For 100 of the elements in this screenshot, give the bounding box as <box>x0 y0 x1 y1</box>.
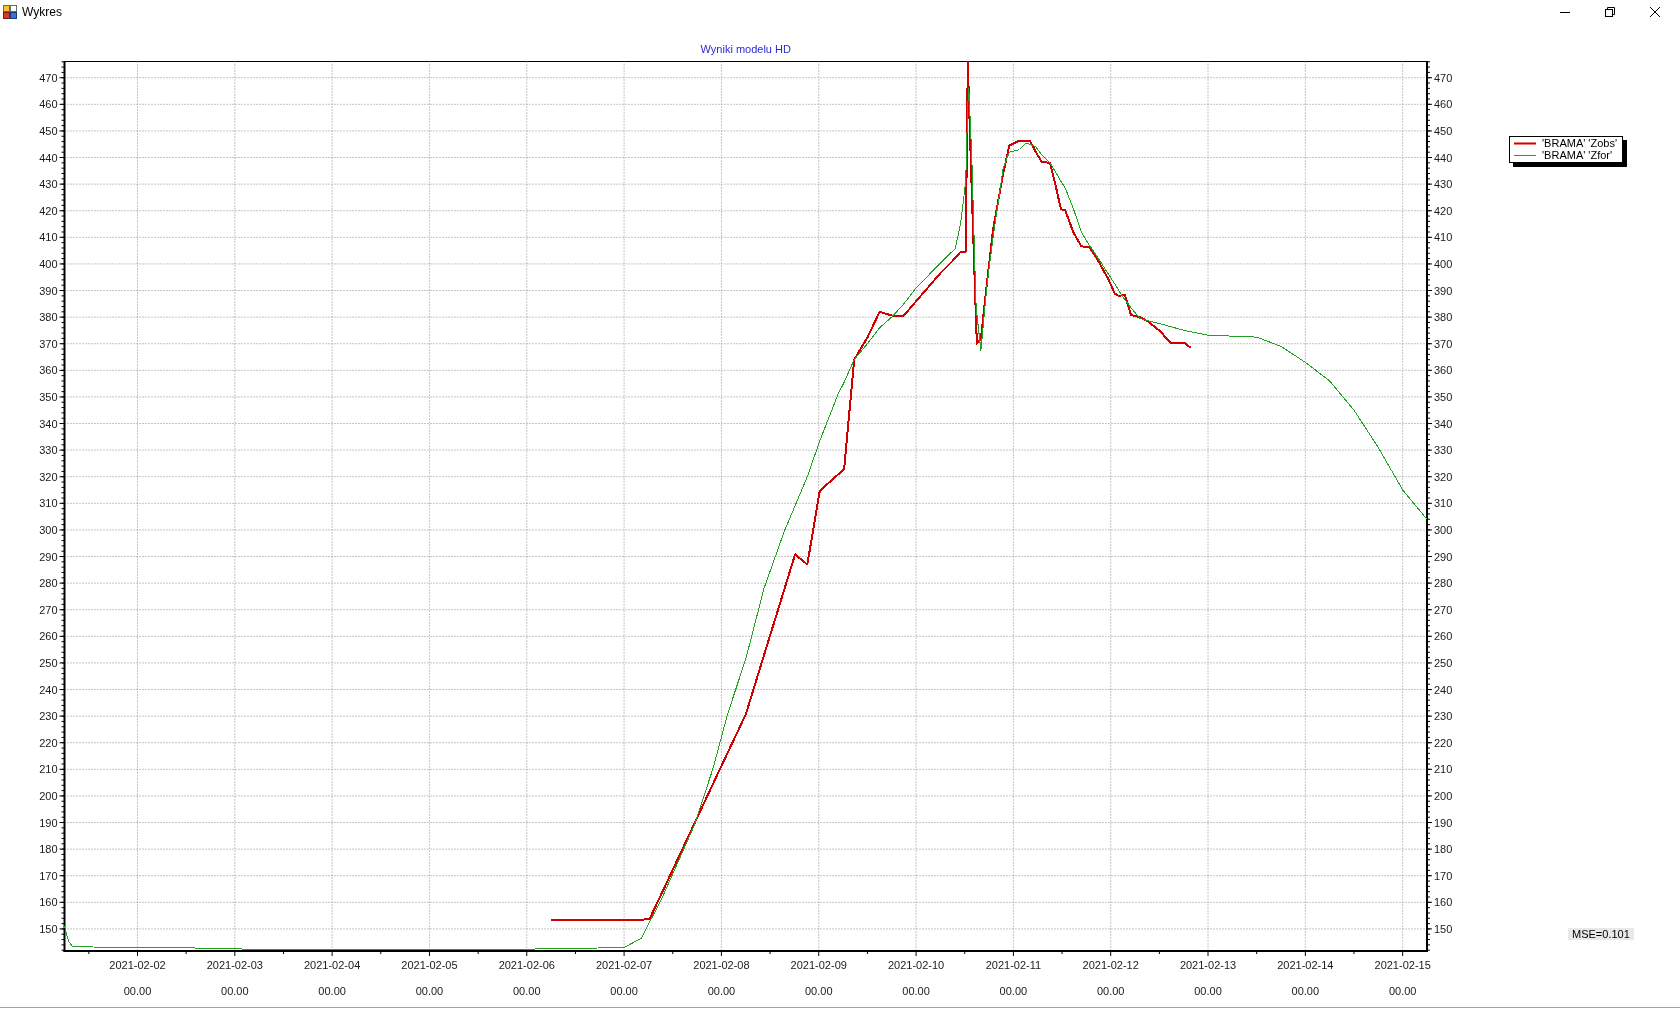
y-axis-label: 440 <box>39 151 58 164</box>
chart-title: Wyniki modelu HD <box>700 43 791 55</box>
close-icon <box>1649 6 1660 17</box>
y-axis-label: 470 <box>39 71 58 84</box>
y-axis-label: 170 <box>39 869 58 882</box>
y-axis-label: 430 <box>39 178 58 191</box>
x-axis-time-label: 00.00 <box>513 985 541 997</box>
y-axis-label: 450 <box>1434 124 1453 137</box>
y-axis-label: 280 <box>1434 577 1453 590</box>
x-axis-time-label: 00.00 <box>221 985 249 997</box>
y-axis-label: 150 <box>39 922 58 935</box>
x-axis-time-label: 00.00 <box>318 985 346 997</box>
y-axis-label: 430 <box>1434 178 1453 191</box>
y-axis-label: 250 <box>39 656 58 669</box>
y-axis-label: 170 <box>1434 869 1453 882</box>
y-axis-label: 190 <box>39 816 58 829</box>
y-axis-label: 210 <box>1434 763 1453 776</box>
y-axis-label: 400 <box>39 257 58 270</box>
y-axis-label: 380 <box>39 311 58 324</box>
x-axis-label: 2021-02-02 <box>109 959 166 971</box>
x-axis-time-label: 00.00 <box>707 985 736 997</box>
x-axis-label: 2021-02-07 <box>595 959 653 971</box>
x-axis-time-label: 00.00 <box>999 985 1028 997</box>
y-axis-label: 300 <box>39 523 58 536</box>
y-axis-label: 330 <box>39 444 58 457</box>
y-axis-label: 360 <box>39 364 58 377</box>
y-axis-label: 260 <box>1434 630 1453 643</box>
y-axis-label: 340 <box>1434 417 1453 430</box>
y-axis-label: 190 <box>1434 816 1453 829</box>
y-axis-label: 230 <box>39 710 58 723</box>
y-axis-label: 220 <box>1434 736 1453 749</box>
y-axis-label: 220 <box>39 736 58 749</box>
y-axis-label: 310 <box>1434 497 1453 510</box>
y-axis-label: 350 <box>1434 390 1453 403</box>
y-axis-label: 410 <box>1434 231 1453 244</box>
y-axis-label: 160 <box>39 896 58 909</box>
y-axis-label: 390 <box>1434 284 1453 297</box>
x-axis-label: 2021-02-14 <box>1277 959 1334 971</box>
y-axis-label: 420 <box>1434 204 1453 217</box>
y-axis-label: 410 <box>39 231 58 244</box>
x-axis-time-label: 00.00 <box>610 985 638 997</box>
window-title: Wykres <box>22 4 62 19</box>
y-axis-label: 360 <box>1434 364 1453 377</box>
y-axis-label: 300 <box>1434 523 1453 536</box>
legend-label: 'BRAMA' 'Zfor' <box>1542 149 1613 162</box>
y-axis-label: 400 <box>1434 257 1453 270</box>
y-axis-label: 320 <box>1434 470 1453 483</box>
x-axis-label: 2021-02-12 <box>1082 959 1139 971</box>
y-axis-label: 290 <box>1434 550 1453 563</box>
y-axis-label: 200 <box>39 789 58 802</box>
y-axis-label: 270 <box>39 603 58 616</box>
x-axis-label: 2021-02-06 <box>498 959 555 971</box>
y-axis-label: 350 <box>39 390 58 403</box>
y-axis-label: 150 <box>1434 922 1453 935</box>
x-axis-time-label: 00.00 <box>415 985 444 997</box>
y-axis-label: 440 <box>1434 151 1453 164</box>
x-axis-label: 2021-02-03 <box>206 959 263 971</box>
y-axis-label: 460 <box>39 98 58 111</box>
y-axis-label: 460 <box>1434 98 1453 111</box>
y-axis-label: 470 <box>1434 71 1453 84</box>
y-axis-label: 240 <box>1434 683 1453 696</box>
x-axis-label: 2021-02-05 <box>401 959 458 971</box>
mse-label: MSE=0.101 <box>1568 928 1634 940</box>
x-axis-time-label: 00.00 <box>1194 985 1222 997</box>
y-axis-label: 310 <box>39 497 58 510</box>
y-axis-label: 230 <box>1434 710 1453 723</box>
app-icon <box>3 4 17 19</box>
y-axis-label: 290 <box>39 550 58 563</box>
y-axis-label: 180 <box>1434 843 1453 856</box>
x-axis-time-label: 00.00 <box>123 985 152 997</box>
x-axis-time-label: 00.00 <box>1096 985 1125 997</box>
x-axis-label: 2021-02-15 <box>1374 959 1431 971</box>
y-axis-label: 200 <box>1434 789 1453 802</box>
x-axis-label: 2021-02-09 <box>790 959 847 971</box>
y-axis-label: 330 <box>1434 444 1453 457</box>
y-axis-label: 250 <box>1434 656 1453 669</box>
y-axis-label: 260 <box>39 630 58 643</box>
y-axis-label: 340 <box>39 417 58 430</box>
y-axis-label: 270 <box>1434 603 1453 616</box>
y-axis-label: 380 <box>1434 311 1453 324</box>
y-axis-label: 420 <box>39 204 58 217</box>
x-axis-time-label: 00.00 <box>1291 985 1320 997</box>
x-axis-label: 2021-02-08 <box>693 959 750 971</box>
x-axis-time-label: 00.00 <box>1388 985 1417 997</box>
y-axis-label: 240 <box>39 683 58 696</box>
y-axis-label: 450 <box>39 124 58 137</box>
x-axis-label: 2021-02-11 <box>985 959 1042 971</box>
x-axis-label: 2021-02-04 <box>304 959 361 971</box>
y-axis-label: 160 <box>1434 896 1453 909</box>
x-axis-time-label: 00.00 <box>902 985 930 997</box>
legend-label: 'BRAMA' 'Zobs' <box>1542 138 1618 150</box>
y-axis-label: 370 <box>39 337 58 350</box>
y-axis-label: 210 <box>39 763 58 776</box>
y-axis-label: 320 <box>39 470 58 483</box>
x-axis-label: 2021-02-13 <box>1179 959 1237 971</box>
x-axis-label: 2021-02-10 <box>887 959 945 971</box>
y-axis-label: 370 <box>1434 337 1453 350</box>
restore-icon <box>1604 6 1615 17</box>
y-axis-label: 280 <box>39 577 58 590</box>
y-axis-label: 180 <box>39 843 58 856</box>
